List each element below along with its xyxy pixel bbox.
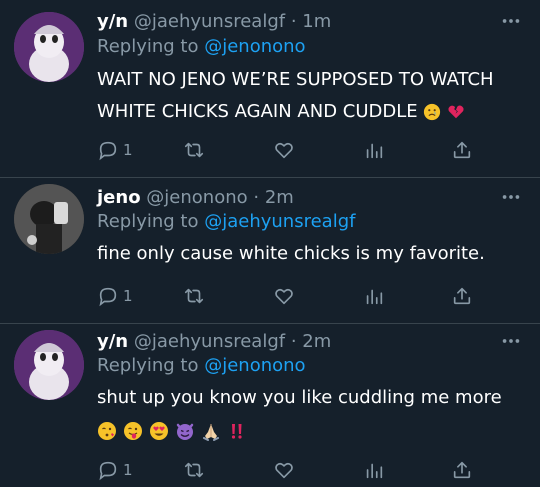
like-button[interactable] [273,284,295,308]
replying-prefix: Replying to [97,36,199,57]
retweet-icon [184,462,204,478]
separator-dot: · [290,11,297,32]
reply-icon [99,461,117,481]
like-button[interactable] [273,138,295,162]
avatar[interactable] [14,12,84,82]
heart-eyes-face-emoji-icon [150,422,168,440]
analytics-icon [366,289,383,305]
display-name[interactable]: y/n [97,331,128,352]
display-name[interactable]: jeno [97,187,141,208]
mention-link[interactable]: @jenonono [204,355,305,376]
avatar-image [14,330,84,400]
reply-icon [99,287,117,307]
user-handle[interactable]: @jenonono [146,187,247,208]
reply-count: 1 [123,461,133,479]
analytics-icon [366,463,383,479]
crying-face-emoji-icon [424,103,441,121]
emoji-row [97,421,247,441]
separator-dot: · [253,187,260,208]
avatar-image [14,12,84,82]
tweet-header: y/n @jaehyunsrealgf · 2m [97,330,331,354]
mention-link[interactable]: @jenonono [204,36,305,57]
user-handle[interactable]: @jaehyunsrealgf [134,331,285,352]
more-options-icon[interactable] [500,330,522,352]
tweet[interactable]: y/n @jaehyunsrealgf · 1m Replying to @je… [0,0,540,178]
avatar[interactable] [14,184,84,254]
tweet-text: WAIT NO JENO WE’RE SUPPOSED TO WATCH WHI… [97,64,517,128]
reply-button[interactable]: 1 [97,138,133,162]
more-options-icon[interactable] [500,10,522,32]
retweet-button[interactable] [183,458,205,482]
avatar[interactable] [14,330,84,400]
reply-count: 1 [123,287,133,305]
kissing-face-emoji-icon [98,422,116,440]
tweet-body: shut up you know you like cuddling me mo… [97,387,502,408]
share-icon [453,461,471,479]
replying-to: Replying to @jaehyunsrealgf [97,210,355,234]
user-handle[interactable]: @jaehyunsrealgf [134,11,285,32]
tweet-text: fine only cause white chicks is my favor… [97,238,517,270]
tweet-actions: 1 [97,284,497,310]
tweet-header: jeno @jenonono · 2m [97,186,294,210]
reply-count: 1 [123,141,133,159]
share-icon [453,287,471,305]
tweet-text: shut up you know you like cuddling me mo… [97,382,517,446]
replying-prefix: Replying to [97,211,199,232]
tweet[interactable]: y/n @jaehyunsrealgf · 2m Replying to @je… [0,324,540,487]
heart-icon [275,288,293,305]
double-exclamation-emoji-icon [231,424,242,439]
reply-icon [99,141,117,161]
replying-prefix: Replying to [97,355,199,376]
more-options-icon[interactable] [500,186,522,208]
share-button[interactable] [451,138,473,162]
like-button[interactable] [273,458,295,482]
heart-icon [275,142,293,159]
display-name[interactable]: y/n [97,11,128,32]
tweet-actions: 1 [97,138,497,164]
analytics-button[interactable] [363,458,385,482]
heart-icon [275,462,293,479]
reply-button[interactable]: 1 [97,284,133,308]
analytics-button[interactable] [363,284,385,308]
retweet-button[interactable] [183,138,205,162]
timestamp[interactable]: 2m [265,187,294,208]
share-icon [453,141,471,159]
smiling-imp-emoji-icon [176,423,194,440]
reply-button[interactable]: 1 [97,458,133,482]
separator-dot: · [290,331,297,352]
replying-to: Replying to @jenonono [97,354,306,378]
folded-hands-emoji-icon [203,424,219,441]
share-button[interactable] [451,284,473,308]
replying-to: Replying to @jenonono [97,35,306,59]
tongue-face-emoji-icon [124,422,142,440]
timestamp[interactable]: 2m [302,331,331,352]
tweet-actions: 1 [97,458,497,484]
timestamp[interactable]: 1m [302,11,331,32]
retweet-button[interactable] [183,284,205,308]
broken-heart-emoji-icon [448,105,464,119]
emoji-row [423,103,465,121]
retweet-icon [184,288,204,304]
analytics-icon [366,143,383,159]
tweet-header: y/n @jaehyunsrealgf · 1m [97,10,331,34]
tweet-body: fine only cause white chicks is my favor… [97,243,485,264]
retweet-icon [184,142,204,158]
analytics-button[interactable] [363,138,385,162]
mention-link[interactable]: @jaehyunsrealgf [204,211,355,232]
share-button[interactable] [451,458,473,482]
avatar-image [14,184,84,254]
tweet[interactable]: jeno @jenonono · 2m Replying to @jaehyun… [0,178,540,324]
